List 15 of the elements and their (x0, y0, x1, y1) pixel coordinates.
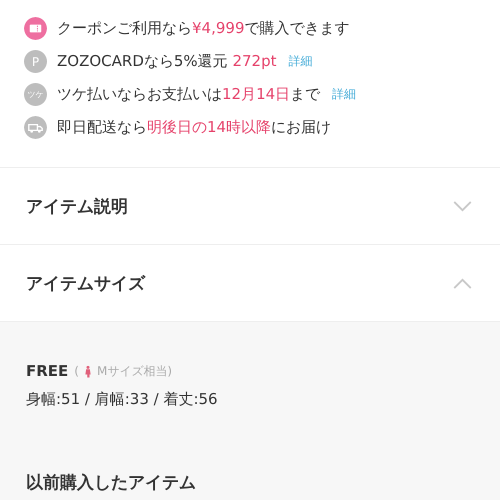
badge-icon: ツケ (24, 83, 47, 106)
benefit-text: 即日配送なら明後日の14時以降にお届け (57, 118, 332, 137)
badge-icon: P (24, 50, 47, 73)
person-icon (84, 364, 91, 378)
chevron-down-icon (453, 200, 472, 212)
chevron-up-icon (453, 278, 472, 288)
section-title: 以前購入したアイテム (26, 472, 197, 494)
size-label: FREE (26, 362, 68, 380)
size-note: Mサイズ相当) (96, 362, 172, 380)
note-paren: ( (74, 364, 79, 378)
benefit-text: ツケ払いならお支払いは12月14日 まで (57, 85, 320, 104)
benefit-text: クーポンご利用なら¥4,999で購入できます (57, 19, 350, 38)
size-measurements: 身幅:51 / 肩幅:33 / 着丈:56 (26, 390, 219, 409)
accordion-header[interactable]: アイテム説明 (0, 168, 500, 245)
benefit-text: ZOZOCARDなら5%還元 272pt (57, 52, 276, 71)
